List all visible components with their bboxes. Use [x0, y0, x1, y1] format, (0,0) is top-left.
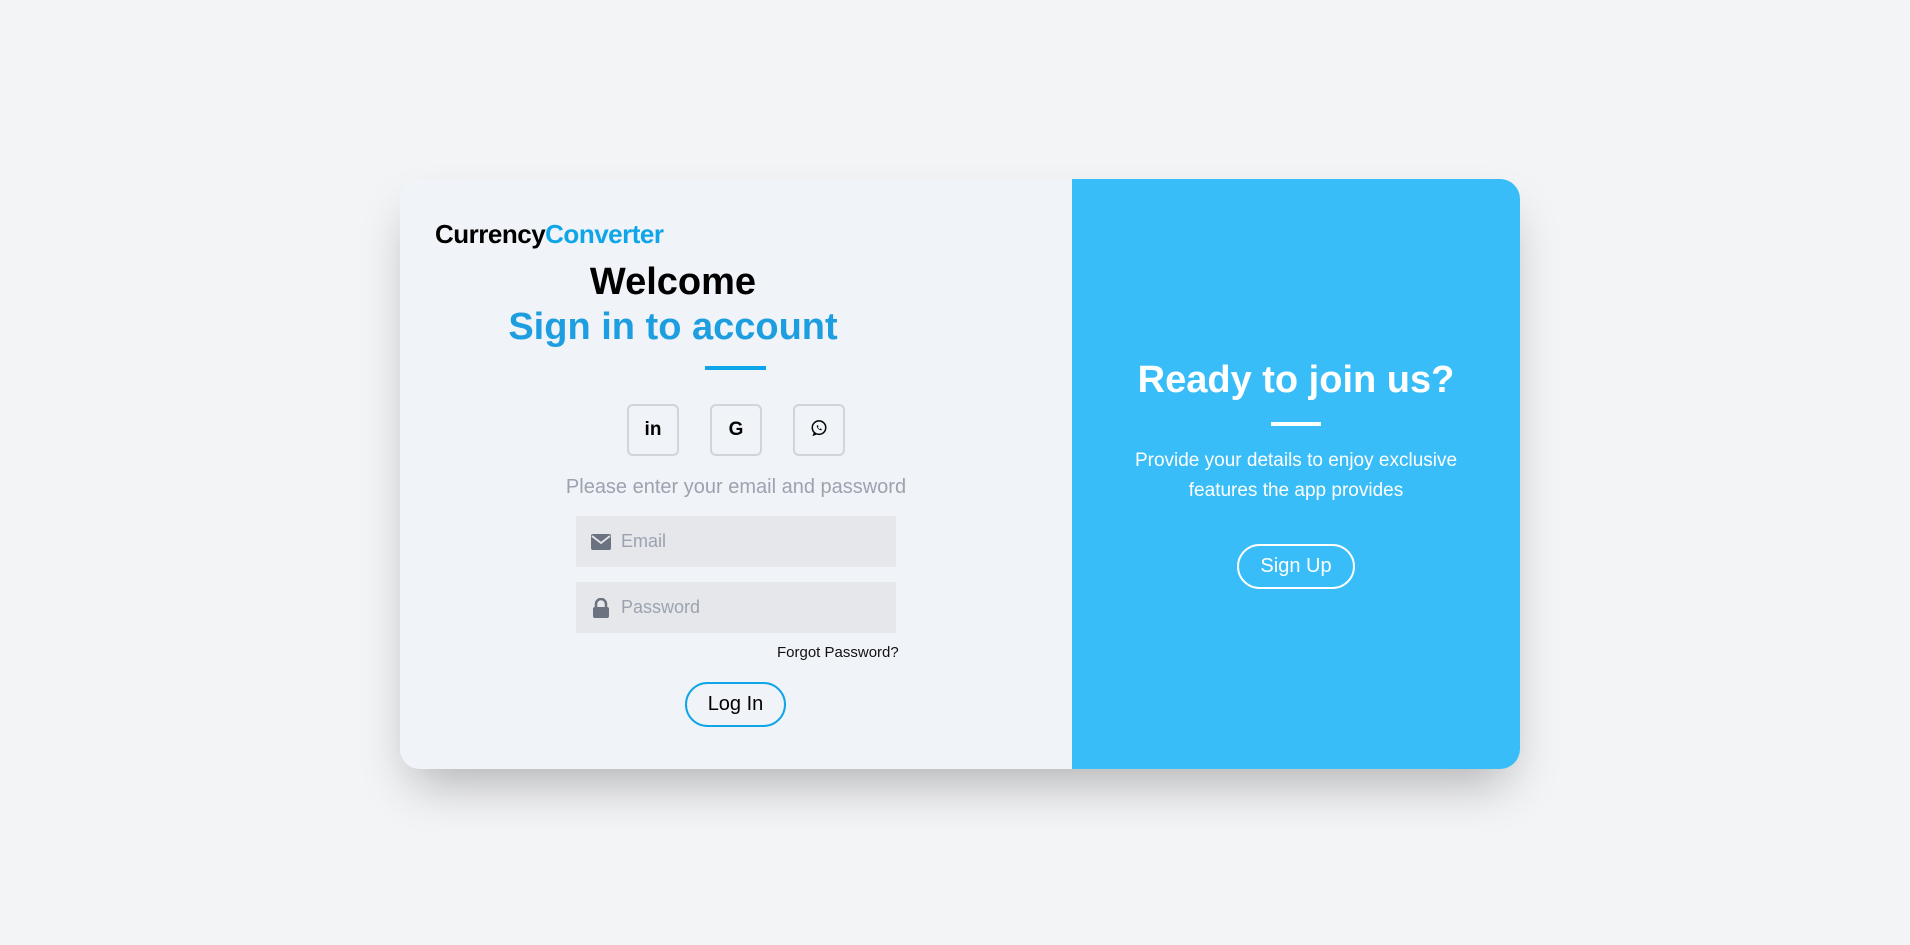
forgot-password-link[interactable]: Forgot Password? — [777, 644, 899, 661]
linkedin-icon: in — [644, 419, 662, 440]
social-login-buttons: in G — [627, 404, 845, 456]
sign-in-heading: Sign in to account — [508, 306, 838, 348]
password-field — [576, 582, 896, 633]
whatsapp-login-button[interactable] — [793, 404, 845, 456]
linkedin-login-button[interactable]: in — [627, 404, 679, 456]
email-field — [576, 516, 896, 567]
google-login-button[interactable]: G — [710, 404, 762, 456]
lock-icon — [591, 597, 611, 618]
heading-divider — [705, 366, 766, 370]
credentials-prompt: Please enter your email and password — [565, 476, 907, 498]
signup-button[interactable]: Sign Up — [1237, 544, 1355, 589]
logo-part-currency: Currency — [435, 219, 546, 249]
email-input[interactable] — [621, 531, 881, 552]
google-icon: G — [728, 419, 744, 440]
password-input[interactable] — [621, 597, 881, 618]
signup-divider — [1271, 422, 1321, 426]
signup-panel: Ready to join us? Provide your details t… — [1072, 179, 1520, 769]
app-logo: Currency Converter — [435, 219, 664, 250]
logo-part-converter: Converter — [545, 219, 664, 249]
signup-description: Provide your details to enjoy exclusive … — [1134, 450, 1458, 501]
signup-heading: Ready to join us? — [1137, 359, 1455, 401]
auth-card: Currency Converter Welcome Sign in to ac… — [400, 179, 1520, 769]
whatsapp-icon — [810, 419, 828, 442]
welcome-heading: Welcome — [589, 261, 757, 303]
login-panel: Currency Converter Welcome Sign in to ac… — [400, 179, 1072, 769]
envelope-icon — [591, 532, 611, 552]
login-button[interactable]: Log In — [685, 682, 786, 727]
